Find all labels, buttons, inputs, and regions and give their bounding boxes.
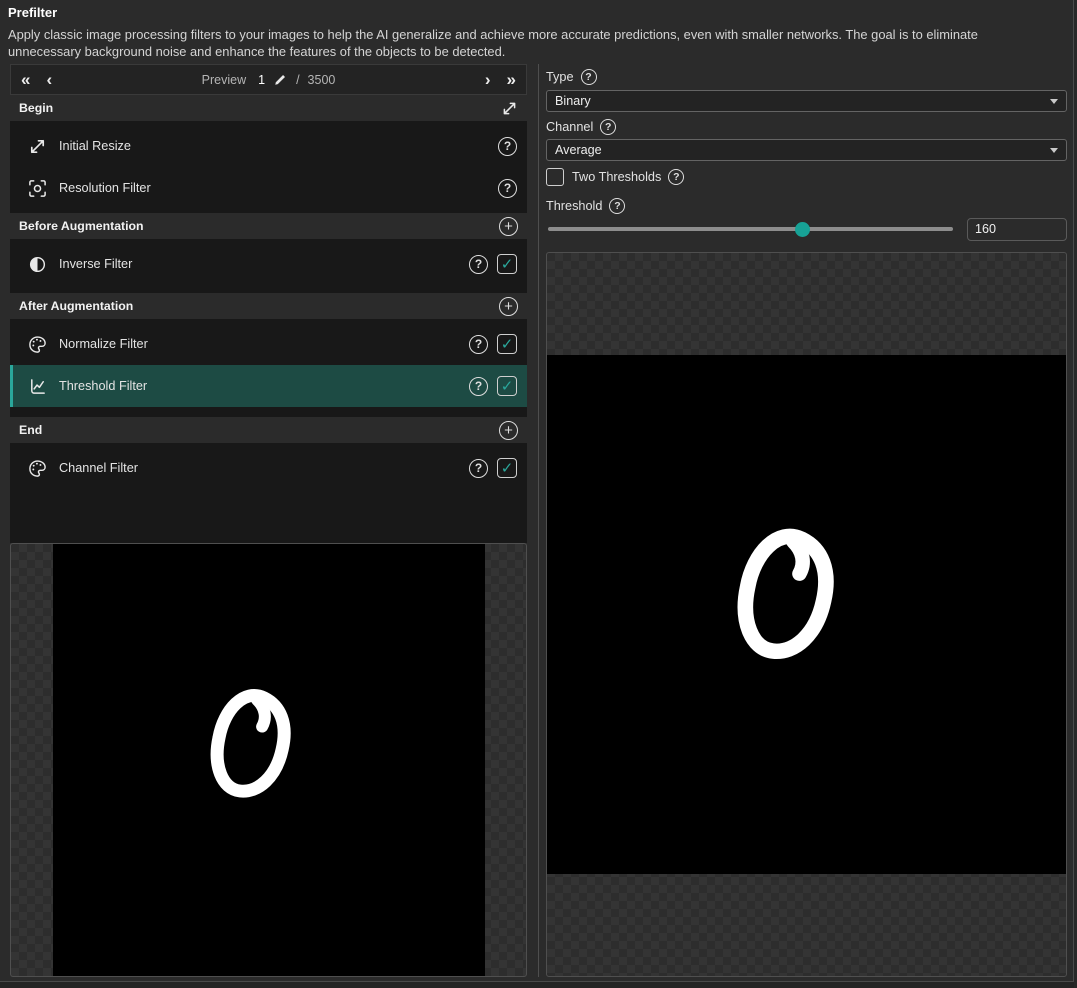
type-label-row: Type ? [546,69,597,85]
preview-separator: / [296,73,299,87]
filter-item-inverse-filter[interactable]: Inverse Filter ? ✓ [10,243,527,285]
threshold-slider-row [548,217,1067,241]
section-header-begin: Begin [10,95,527,121]
help-icon[interactable]: ? [600,119,616,135]
filter-pipeline-panel: « ‹ Preview 1 / 3500 › » Begin [10,64,527,977]
help-icon[interactable]: ? [609,198,625,214]
add-icon[interactable]: + [499,297,518,316]
type-label: Type [546,70,574,84]
section-rows-end: Channel Filter ? ✓ [10,443,527,543]
last-page-button[interactable]: » [507,71,516,88]
channel-value: Average [555,143,602,157]
add-icon[interactable]: + [499,217,518,236]
section-title: Before Augmentation [19,219,144,233]
preview-image-filtered [547,355,1066,874]
filter-item-initial-resize[interactable]: Initial Resize ? [10,125,527,167]
section-title: Begin [19,101,53,115]
help-icon[interactable]: ? [581,69,597,85]
two-thresholds-label: Two Thresholds [572,170,661,184]
section-header-end: End + [10,417,527,443]
preview-navbar: « ‹ Preview 1 / 3500 › » [10,64,527,95]
handwritten-digit [206,686,306,815]
filter-item-label: Resolution Filter [59,181,151,195]
page-description: Apply classic image processing filters t… [8,27,1048,60]
handwritten-digit [732,525,852,680]
add-icon[interactable]: + [499,421,518,440]
expand-icon[interactable] [501,100,518,117]
preview-image-panel-left [10,543,527,977]
help-icon[interactable]: ? [498,137,517,156]
section-header-after-augmentation: After Augmentation + [10,293,527,319]
preview-label: Preview [202,73,246,87]
help-icon[interactable]: ? [469,377,488,396]
window-bottom-strip [0,982,1077,988]
filter-checkbox-checked[interactable]: ✓ [497,376,517,396]
threshold-value-input[interactable] [967,218,1067,241]
check-icon: ✓ [501,257,514,272]
channel-label-row: Channel ? [546,119,616,135]
check-icon: ✓ [501,461,514,476]
filter-item-channel-filter[interactable]: Channel Filter ? ✓ [10,447,527,489]
threshold-slider-track[interactable] [548,227,953,231]
preview-current-index[interactable]: 1 [258,73,265,87]
filter-item-resolution-filter[interactable]: Resolution Filter ? [10,167,527,209]
palette-icon [28,459,47,478]
two-thresholds-checkbox-unchecked[interactable] [546,168,564,186]
pencil-icon[interactable] [273,72,288,87]
threshold-label-row: Threshold ? [546,198,625,214]
type-dropdown[interactable]: Binary [546,90,1067,112]
first-page-button[interactable]: « [21,71,30,88]
preview-image-original [53,544,485,976]
filter-checkbox-checked[interactable]: ✓ [497,458,517,478]
chevron-down-icon [1050,148,1058,153]
filter-checkbox-checked[interactable]: ✓ [497,334,517,354]
filter-item-label: Threshold Filter [59,379,147,393]
help-icon[interactable]: ? [498,179,517,198]
threshold-label: Threshold [546,199,602,213]
filter-item-label: Inverse Filter [59,257,132,271]
filter-item-label: Channel Filter [59,461,138,475]
filter-item-normalize-filter[interactable]: Normalize Filter ? ✓ [10,323,527,365]
preview-total-count: 3500 [308,73,336,87]
check-icon: ✓ [501,337,514,352]
prefilter-window: Prefilter Apply classic image processing… [0,0,1077,988]
panel-splitter[interactable] [538,64,539,977]
resize-icon [28,137,47,156]
preview-image-panel-right [546,252,1067,977]
prev-page-button[interactable]: ‹ [46,71,52,88]
threshold-slider-thumb[interactable] [795,222,810,237]
page-title: Prefilter [8,5,57,20]
help-icon[interactable]: ? [469,459,488,478]
next-page-button[interactable]: › [485,71,491,88]
section-title: After Augmentation [19,299,133,313]
invert-icon [28,255,47,274]
section-rows-before-augmentation: Inverse Filter ? ✓ [10,239,527,293]
channel-dropdown[interactable]: Average [546,139,1067,161]
channel-label: Channel [546,120,593,134]
filter-checkbox-checked[interactable]: ✓ [497,254,517,274]
filter-item-label: Normalize Filter [59,337,148,351]
type-value: Binary [555,94,591,108]
help-icon[interactable]: ? [469,335,488,354]
chart-icon [28,377,47,396]
center-focus-icon [28,179,47,198]
chevron-down-icon [1050,99,1058,104]
check-icon: ✓ [501,379,514,394]
palette-icon [28,335,47,354]
two-thresholds-row: Two Thresholds ? [546,168,684,186]
filter-item-label: Initial Resize [59,139,131,153]
threshold-settings-panel: Type ? Binary Channel ? Average Two Thre… [546,64,1067,977]
filter-item-threshold-filter-selected[interactable]: Threshold Filter ? ✓ [10,365,527,407]
section-rows-after-augmentation: Normalize Filter ? ✓ Threshold Filter ? … [10,319,527,417]
section-title: End [19,423,42,437]
help-icon[interactable]: ? [469,255,488,274]
help-icon[interactable]: ? [668,169,684,185]
section-header-before-augmentation: Before Augmentation + [10,213,527,239]
section-rows-begin: Initial Resize ? Resolution Filter ? [10,121,527,213]
